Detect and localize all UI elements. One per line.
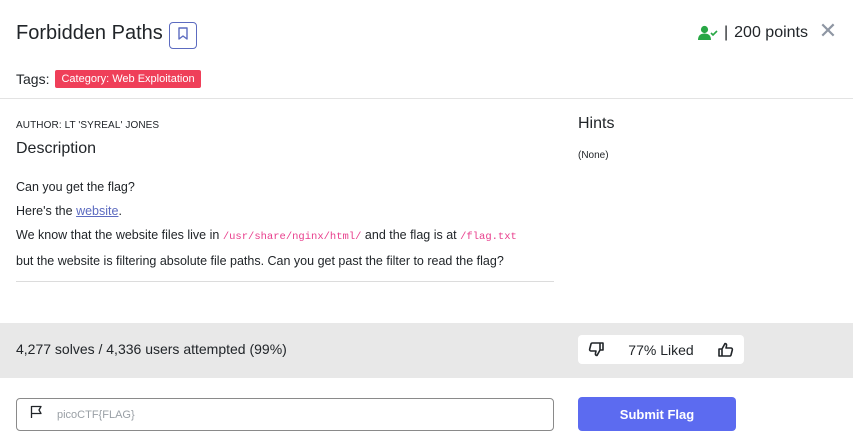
liked-percentage: 77% Liked — [628, 341, 694, 358]
thumbs-up-icon[interactable] — [718, 342, 734, 357]
bookmark-icon — [178, 26, 188, 45]
description-text: Here's the — [16, 204, 77, 218]
description-text: . — [118, 204, 122, 218]
close-icon: ✕ — [818, 18, 838, 43]
description-divider — [16, 281, 554, 282]
challenge-header: Forbidden Paths | 200 points ✕ Tags: Cat… — [0, 0, 853, 99]
code-path-flag: /flag.txt — [460, 231, 517, 243]
flag-icon — [30, 405, 43, 424]
description-text: and the flag is at — [361, 228, 461, 242]
category-badge[interactable]: Category: Web Exploitation — [55, 70, 201, 88]
stats-bar: 4,277 solves / 4,336 users attempted (99… — [0, 323, 853, 378]
tags-label: Tags: — [16, 71, 50, 87]
author-line: AUTHOR: LT 'SYREAL' JONES — [16, 120, 160, 131]
thumbs-down-icon[interactable] — [588, 342, 604, 357]
submit-flag-button[interactable]: Submit Flag — [578, 397, 736, 431]
bookmark-button[interactable] — [169, 22, 197, 49]
code-path-web: /usr/share/nginx/html/ — [222, 231, 362, 243]
description-line: We know that the website files live in /… — [16, 223, 517, 249]
points-value: 200 points — [734, 24, 808, 41]
website-link[interactable]: website — [76, 204, 118, 218]
points-separator: | — [724, 24, 729, 41]
challenge-title: Forbidden Paths — [16, 22, 163, 44]
tags-row: Tags: Category: Web Exploitation — [16, 70, 201, 88]
description-body: Can you get the flag? Here's the website… — [16, 175, 517, 273]
flag-input[interactable] — [57, 408, 527, 421]
description-line: but the website is filtering absolute fi… — [16, 254, 504, 268]
points-display: | 200 points — [698, 24, 808, 42]
flag-input-container[interactable] — [16, 398, 554, 431]
description-line: Can you get the flag? — [16, 180, 135, 194]
hints-value: (None) — [578, 150, 609, 161]
solves-count: 4,277 solves / 4,336 users attempted (99… — [16, 341, 287, 357]
description-line: Here's the website. — [16, 199, 517, 223]
description-text: We know that the website files live in — [16, 228, 223, 242]
user-check-icon — [698, 25, 718, 41]
description-heading: Description — [16, 140, 97, 157]
close-button[interactable]: ✕ — [818, 18, 838, 43]
hints-heading: Hints — [578, 115, 615, 132]
rating-box: 77% Liked — [578, 335, 744, 364]
